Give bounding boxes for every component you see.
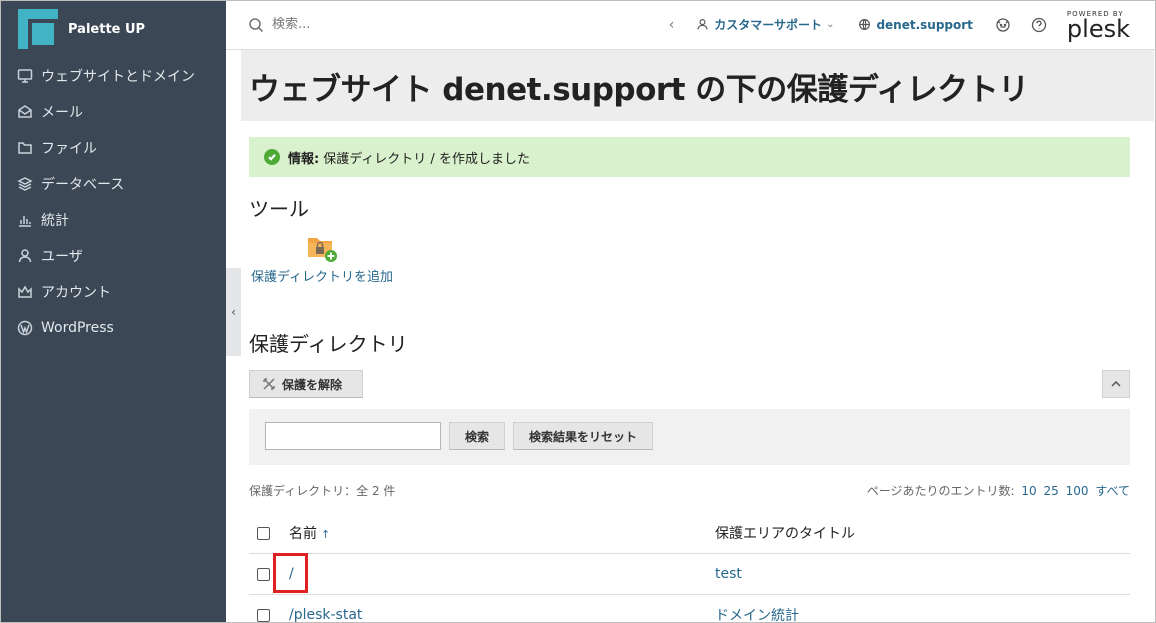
list-search-panel: 検索 検索結果をリセット bbox=[249, 409, 1130, 465]
column-header-name[interactable]: 名前 ↑ bbox=[289, 523, 330, 543]
per-page-option-all[interactable]: すべて bbox=[1095, 484, 1130, 498]
item-count: 保護ディレクトリ：全 2 件 bbox=[249, 484, 396, 498]
globe-icon bbox=[859, 19, 871, 30]
tools-heading: ツール bbox=[249, 197, 309, 221]
global-search bbox=[248, 17, 548, 33]
column-header-title[interactable]: 保護エリアのタイトル bbox=[715, 523, 855, 543]
top-header: ‹ カスタマーサポート ⌄ denet.support POWERED BY p… bbox=[226, 0, 1156, 50]
page-title-band: ウェブサイト denet.support の下の保護ディレクトリ bbox=[241, 50, 1154, 121]
sidebar-item-wordpress[interactable]: WordPress bbox=[0, 310, 226, 346]
table-header-row: 名前 ↑ 保護エリアのタイトル bbox=[249, 513, 1130, 554]
column-name-label: 名前 bbox=[289, 526, 317, 542]
add-protected-directory-label: 保護ディレクトリを追加 bbox=[250, 270, 394, 285]
sidebar-collapse-toggle[interactable]: ‹ bbox=[226, 268, 241, 356]
per-page-option-10[interactable]: 10 bbox=[1021, 484, 1036, 498]
cat-face-icon[interactable] bbox=[995, 17, 1011, 33]
search-input[interactable] bbox=[272, 17, 522, 32]
back-chevron-icon[interactable]: ‹ bbox=[669, 17, 675, 33]
sidebar-item-statistics[interactable]: 統計 bbox=[0, 202, 226, 238]
sort-asc-icon: ↑ bbox=[321, 528, 331, 541]
per-page-label: ページあたりのエントリ数: bbox=[866, 484, 1015, 498]
user-icon bbox=[697, 19, 708, 30]
sidebar-item-label: ユーザ bbox=[41, 249, 83, 265]
reset-search-button[interactable]: 検索結果をリセット bbox=[513, 422, 653, 450]
per-page-option-100[interactable]: 100 bbox=[1066, 484, 1089, 498]
collapse-search-button[interactable] bbox=[1102, 370, 1130, 398]
plesk-wordmark: plesk bbox=[1066, 14, 1130, 43]
database-icon bbox=[16, 175, 34, 193]
protected-directories-table: 名前 ↑ 保護エリアのタイトル / test /plesk-stat ドメイン統計 bbox=[249, 513, 1130, 623]
add-protected-directory-tool[interactable]: 保護ディレクトリを追加 bbox=[249, 231, 395, 286]
directory-name-link[interactable]: /plesk-stat bbox=[289, 607, 362, 623]
mail-icon bbox=[16, 103, 34, 121]
search-button[interactable]: 検索 bbox=[449, 422, 505, 450]
per-page-option-25[interactable]: 25 bbox=[1043, 484, 1058, 498]
sidebar-item-label: データベース bbox=[41, 177, 125, 193]
sidebar-item-websites[interactable]: ウェブサイトとドメイン bbox=[0, 58, 226, 94]
domain-link[interactable]: denet.support bbox=[858, 17, 973, 32]
table-row: /plesk-stat ドメイン統計 bbox=[249, 595, 1130, 623]
check-circle-icon bbox=[264, 149, 280, 165]
sidebar-item-label: WordPress bbox=[41, 320, 114, 336]
header-actions: ‹ カスタマーサポート ⌄ denet.support POWERED BY p… bbox=[669, 0, 1156, 50]
message-label: 情報: bbox=[288, 151, 320, 167]
sidebar-item-label: ウェブサイトとドメイン bbox=[41, 69, 195, 85]
success-message: 情報: 保護ディレクトリ / を作成しました bbox=[249, 137, 1130, 177]
monitor-icon bbox=[16, 67, 34, 85]
user-icon bbox=[16, 247, 34, 265]
folder-lock-add-icon bbox=[305, 231, 339, 265]
plesk-logo: POWERED BY plesk bbox=[1066, 10, 1130, 43]
unlink-icon bbox=[263, 378, 275, 390]
wordpress-icon bbox=[16, 319, 34, 337]
list-search-input[interactable] bbox=[265, 422, 441, 450]
search-icon bbox=[249, 17, 264, 32]
chevron-left-icon: ‹ bbox=[231, 305, 236, 319]
help-icon[interactable] bbox=[1031, 17, 1047, 33]
page-title: ウェブサイト denet.support の下の保護ディレクトリ bbox=[249, 72, 1029, 108]
protected-directories-heading: 保護ディレクトリ bbox=[249, 332, 408, 356]
row-checkbox[interactable] bbox=[257, 608, 270, 622]
table-row: / test bbox=[249, 554, 1130, 595]
folder-icon bbox=[16, 139, 34, 157]
chevron-down-icon: ⌄ bbox=[826, 19, 835, 30]
unprotect-label: 保護を解除 bbox=[282, 377, 343, 392]
sidebar-item-label: アカウント bbox=[41, 285, 111, 301]
brand-logo-icon bbox=[18, 9, 58, 49]
chart-icon bbox=[16, 211, 34, 229]
area-title-link[interactable]: test bbox=[715, 566, 742, 582]
sidebar-item-files[interactable]: ファイル bbox=[0, 130, 226, 166]
area-title-link[interactable]: ドメイン統計 bbox=[715, 605, 799, 623]
sidebar-item-mail[interactable]: メール bbox=[0, 94, 226, 130]
sidebar-item-users[interactable]: ユーザ bbox=[0, 238, 226, 274]
chevron-up-icon bbox=[1111, 380, 1121, 387]
sidebar-nav: ウェブサイトとドメイン メール ファイル データベース 統計 ユーザ アカウント bbox=[0, 58, 226, 346]
sidebar-item-label: ファイル bbox=[41, 141, 97, 157]
sidebar-item-databases[interactable]: データベース bbox=[0, 166, 226, 202]
unprotect-button[interactable]: 保護を解除 bbox=[249, 370, 363, 398]
row-checkbox[interactable] bbox=[257, 567, 270, 581]
user-name: カスタマーサポート bbox=[714, 18, 823, 32]
sidebar: Palette UP ウェブサイトとドメイン メール ファイル データベース 統… bbox=[0, 0, 226, 623]
sidebar-item-account[interactable]: アカウント bbox=[0, 274, 226, 310]
user-menu[interactable]: カスタマーサポート ⌄ bbox=[696, 16, 834, 33]
sidebar-item-label: 統計 bbox=[41, 213, 69, 229]
select-all-checkbox[interactable] bbox=[257, 526, 270, 540]
brand-name: Palette UP bbox=[68, 21, 146, 37]
message-text: 保護ディレクトリ / を作成しました bbox=[323, 151, 530, 167]
entries-per-page: ページあたりのエントリ数: 10 25 100 すべて bbox=[867, 482, 1130, 499]
highlight-box bbox=[273, 553, 308, 593]
sidebar-item-label: メール bbox=[41, 105, 83, 121]
brand[interactable]: Palette UP bbox=[0, 0, 226, 58]
domain-name: denet.support bbox=[876, 17, 973, 32]
crown-icon bbox=[16, 283, 34, 301]
